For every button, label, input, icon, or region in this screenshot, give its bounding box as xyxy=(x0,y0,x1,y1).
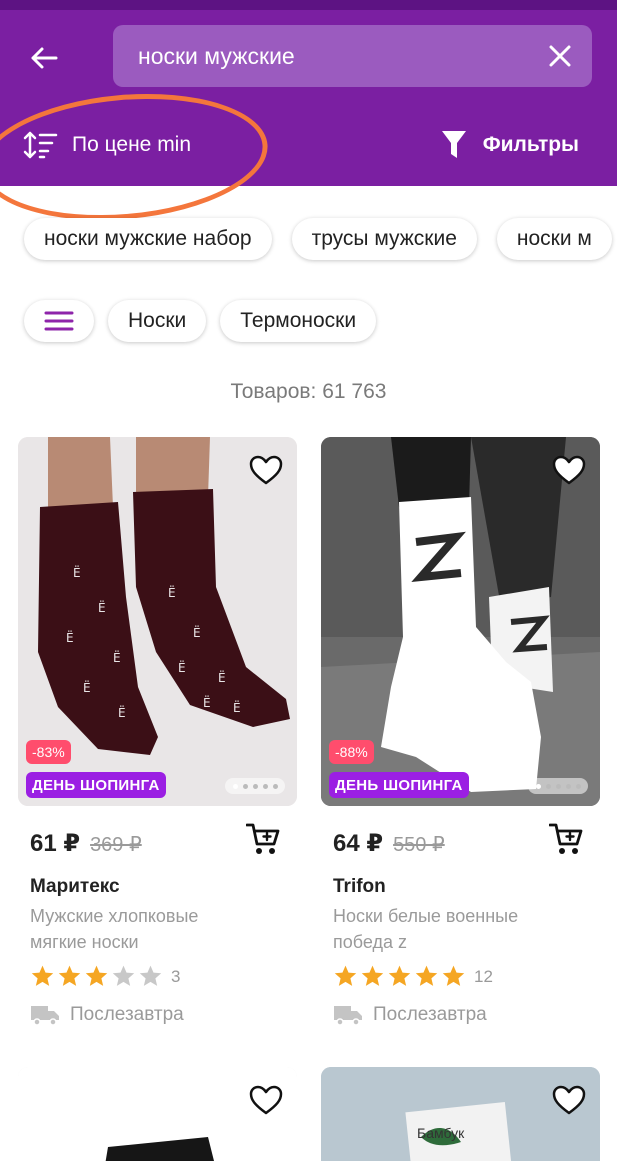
category-chip[interactable]: Носки xyxy=(108,300,207,342)
product-description-line: Мужские хлопковые xyxy=(30,906,199,926)
promo-badge: ДЕНЬ ШОПИНГА xyxy=(329,772,469,798)
svg-text:Ё: Ё xyxy=(118,705,126,720)
heart-icon xyxy=(249,455,283,485)
product-brand: Маритекс xyxy=(30,876,120,897)
delivery-info: Послезавтра xyxy=(30,1004,184,1026)
funnel-icon xyxy=(441,131,466,158)
menu-icon xyxy=(44,311,74,331)
old-price: 369 ₽ xyxy=(90,834,142,856)
delivery-text: Послезавтра xyxy=(373,1004,487,1025)
discount-badge: -88% xyxy=(329,740,374,764)
filters-label: Фильтры xyxy=(482,133,579,156)
product-description: Мужские хлопковые мягкие носки xyxy=(30,903,270,955)
clear-search-button[interactable] xyxy=(542,38,578,74)
svg-text:Ё: Ё xyxy=(178,660,186,675)
price-row: 64 ₽ 550 ₽ xyxy=(333,829,445,858)
svg-text:Ё: Ё xyxy=(203,695,211,710)
star-icon xyxy=(361,965,384,986)
star-icon xyxy=(388,965,411,986)
reviews-count: 3 xyxy=(171,966,181,986)
suggestion-chip[interactable]: носки мужские набор xyxy=(24,218,272,260)
product-rating: 3 xyxy=(30,964,180,989)
svg-text:Ё: Ё xyxy=(193,625,201,640)
product-description-line: победа z xyxy=(333,932,407,952)
suggestion-chip[interactable]: носки м xyxy=(496,218,612,260)
product-description-line: мягкие носки xyxy=(30,932,139,952)
product-card[interactable] xyxy=(18,1067,297,1161)
product-image[interactable] xyxy=(18,1067,297,1161)
old-price: 550 ₽ xyxy=(393,834,445,856)
header-bar: По цене min Фильтры xyxy=(0,0,617,186)
suggestion-chip[interactable]: трусы мужские xyxy=(291,218,477,260)
sort-button[interactable]: По цене min xyxy=(22,120,191,170)
search-box xyxy=(113,25,592,87)
product-card[interactable]: -88% ДЕНЬ ШОПИНГА 64 ₽ 550 ₽ Trifon Носк… xyxy=(321,437,600,1037)
add-to-cart-button[interactable] xyxy=(243,819,283,859)
heart-icon xyxy=(552,1085,586,1115)
delivery-text: Послезавтра xyxy=(70,1004,184,1025)
svg-text:Ё: Ё xyxy=(66,630,74,645)
promo-badge: ДЕНЬ ШОПИНГА xyxy=(26,772,166,798)
add-to-cart-button[interactable] xyxy=(546,819,586,859)
category-chip[interactable]: Термоноски xyxy=(220,300,377,342)
package-label: Бамбук xyxy=(417,1125,465,1141)
star-icon xyxy=(58,965,81,986)
image-pager xyxy=(225,778,285,794)
svg-text:Ё: Ё xyxy=(233,700,241,715)
filters-button[interactable]: Фильтры xyxy=(441,120,579,170)
results-count: Товаров: 61 763 xyxy=(230,380,387,403)
favorite-button[interactable] xyxy=(247,1081,285,1119)
favorite-button[interactable] xyxy=(550,451,588,489)
cart-icon xyxy=(246,823,280,854)
price: 64 ₽ xyxy=(333,830,384,857)
favorite-button[interactable] xyxy=(550,1081,588,1119)
back-button[interactable] xyxy=(22,36,66,80)
product-image[interactable]: -88% ДЕНЬ ШОПИНГА xyxy=(321,437,600,806)
product-card[interactable]: Бамбук xyxy=(321,1067,600,1161)
truck-icon xyxy=(31,1006,59,1026)
product-image[interactable]: Бамбук xyxy=(321,1067,600,1161)
cart-icon xyxy=(549,823,583,854)
star-icon xyxy=(31,965,54,986)
svg-text:Ё: Ё xyxy=(83,680,91,695)
discount-badge: -83% xyxy=(26,740,71,764)
star-icon xyxy=(85,965,108,986)
product-description: Носки белые военные победа z xyxy=(333,903,573,955)
star-icon xyxy=(139,965,162,986)
product-rating: 12 xyxy=(333,964,493,989)
star-icon xyxy=(334,965,357,986)
categories-menu-button[interactable] xyxy=(24,300,94,342)
svg-text:Ё: Ё xyxy=(168,585,176,600)
star-icon xyxy=(442,965,465,986)
svg-text:Ё: Ё xyxy=(98,600,106,615)
image-pager xyxy=(528,778,588,794)
product-card[interactable]: ЁЁЁ ЁЁЁ ЁЁЁ ЁЁЁ -83% ДЕНЬ ШОПИНГА 61 ₽ 3… xyxy=(18,437,297,1037)
price: 61 ₽ xyxy=(30,830,81,857)
arrow-left-icon xyxy=(31,47,58,69)
heart-icon xyxy=(249,1085,283,1115)
svg-text:Ё: Ё xyxy=(113,650,121,665)
search-input[interactable] xyxy=(113,25,533,87)
sort-label: По цене min xyxy=(72,133,192,156)
reviews-count: 12 xyxy=(474,966,493,986)
delivery-info: Послезавтра xyxy=(333,1004,487,1026)
heart-icon xyxy=(552,455,586,485)
category-chips: Носки Термоноски xyxy=(24,300,377,342)
truck-icon xyxy=(334,1006,362,1026)
svg-text:Ё: Ё xyxy=(73,565,81,580)
close-icon xyxy=(549,45,571,67)
sort-icon xyxy=(23,131,58,159)
star-icon xyxy=(112,965,135,986)
product-brand: Trifon xyxy=(333,876,386,897)
favorite-button[interactable] xyxy=(247,451,285,489)
product-image[interactable]: ЁЁЁ ЁЁЁ ЁЁЁ ЁЁЁ -83% ДЕНЬ ШОПИНГА xyxy=(18,437,297,806)
star-icon xyxy=(415,965,438,986)
svg-text:Ё: Ё xyxy=(218,670,226,685)
price-row: 61 ₽ 369 ₽ xyxy=(30,829,142,858)
product-description-line: Носки белые военные xyxy=(333,906,519,926)
suggestion-chips: носки мужские набор трусы мужские носки … xyxy=(24,218,617,262)
status-strip xyxy=(0,0,617,10)
